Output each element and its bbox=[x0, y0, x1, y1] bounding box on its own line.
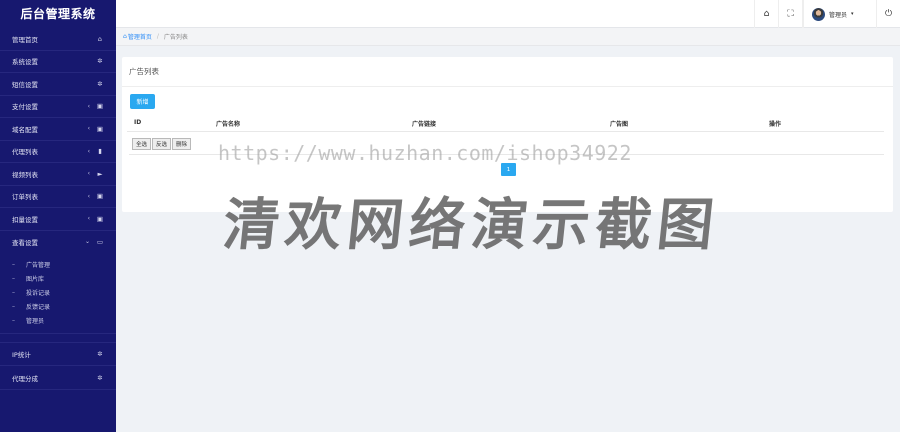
chevron-left-icon: ‹ bbox=[87, 192, 90, 200]
watermark-url: https://www.huzhan.com/ishop34922 bbox=[218, 141, 632, 165]
select-all-button[interactable]: 全选 bbox=[132, 138, 152, 150]
submenu-item-administrators[interactable]: – 管理员 bbox=[0, 313, 116, 327]
caret-down-icon: ▾ bbox=[851, 11, 854, 17]
sidebar-item-label: 扣量设置 bbox=[12, 215, 38, 224]
sidebar-item-label: 域名配置 bbox=[12, 125, 38, 134]
sidebar-item-system-settings[interactable]: 系统设置 ✲ bbox=[0, 51, 116, 73]
chevron-left-icon: ‹ bbox=[87, 147, 90, 155]
sidebar-item-label: 查看设置 bbox=[12, 238, 38, 247]
sidebar-item-label: 支付设置 bbox=[12, 103, 38, 112]
batch-actions: 全选 反选 删除 bbox=[132, 138, 192, 150]
sidebar-item-agent-list[interactable]: 代理列表 ‹ ▮ bbox=[0, 141, 116, 163]
sidebar-item-deduction-settings[interactable]: 扣量设置 ‹ ▣ bbox=[0, 208, 116, 231]
home-icon: ⌂ bbox=[97, 34, 103, 43]
sidebar-item-label: 订单列表 bbox=[12, 193, 38, 202]
calculator-icon: ▣ bbox=[96, 102, 104, 111]
sidebar-item-label: 系统设置 bbox=[12, 58, 38, 67]
chevron-left-icon: ‹ bbox=[87, 125, 90, 133]
user-name: 管理员 bbox=[829, 11, 848, 19]
delete-button[interactable]: 删除 bbox=[172, 138, 192, 150]
sidebar-item-dashboard[interactable]: 管理首页 ⌂ bbox=[0, 28, 116, 51]
invert-selection-button[interactable]: 反选 bbox=[152, 138, 172, 150]
sidebar-item-domain-config[interactable]: 域名配置 ‹ ▣ bbox=[0, 118, 116, 141]
sidebar-item-ip-stats[interactable]: IP统计 ✲ bbox=[0, 342, 116, 366]
column-header-actions: 操作 bbox=[769, 121, 782, 128]
briefcase-icon: ▣ bbox=[96, 124, 104, 133]
mobile-icon: ▮ bbox=[98, 147, 102, 156]
sidebar-item-agent-commission[interactable]: 代理分成 ✲ bbox=[0, 366, 116, 390]
sidebar-item-label: 代理分成 bbox=[12, 374, 38, 383]
page-title: 广告列表 bbox=[122, 57, 893, 87]
submenu-item-ad-management[interactable]: – 广告管理 bbox=[0, 257, 116, 271]
brand-title: 后台管理系统 bbox=[20, 7, 96, 21]
logout-button[interactable]: ⏻ bbox=[876, 0, 900, 28]
chevron-left-icon: ‹ bbox=[87, 170, 90, 178]
sidebar-item-label: 短信设置 bbox=[12, 80, 38, 89]
gear-icon: ✲ bbox=[97, 350, 103, 358]
home-icon: ⌂ bbox=[763, 9, 770, 19]
chevron-down-icon: ⌄ bbox=[84, 238, 90, 246]
edit-icon: ▣ bbox=[96, 192, 104, 201]
calculator-icon: ▣ bbox=[96, 214, 104, 223]
top-header: ⌂ ⛶ 管理员 ▾ ⏻ bbox=[116, 0, 900, 28]
power-icon: ⏻ bbox=[884, 9, 893, 19]
play-icon: ► bbox=[97, 169, 103, 178]
submenu-view-settings: – 广告管理 – 图片库 – 投诉记录 – 反馈记录 – 管理员 bbox=[0, 253, 116, 334]
sidebar-item-payment-settings[interactable]: 支付设置 ‹ ▣ bbox=[0, 96, 116, 118]
sidebar-item-label: IP统计 bbox=[12, 351, 31, 359]
home-button[interactable]: ⌂ bbox=[754, 0, 778, 28]
laptop-icon: ▭ bbox=[96, 237, 104, 246]
sidebar-item-label: 代理列表 bbox=[12, 148, 38, 157]
column-header-ad-image: 广告图 bbox=[610, 121, 629, 128]
breadcrumb: ⌂ 管理首页 / 广告列表 bbox=[116, 28, 900, 46]
fullscreen-icon: ⛶ bbox=[787, 9, 794, 19]
sidebar-item-view-settings[interactable]: 查看设置 ⌄ ▭ bbox=[0, 231, 116, 254]
sidebar-item-sms-settings[interactable]: 短信设置 ✲ bbox=[0, 73, 116, 96]
breadcrumb-current: 广告列表 bbox=[163, 34, 188, 41]
fullscreen-button[interactable]: ⛶ bbox=[778, 0, 803, 28]
sidebar-item-label: 管理首页 bbox=[12, 35, 38, 44]
table-header: ID 广告名称 广告链接 广告图 操作 bbox=[127, 114, 884, 132]
watermark-text: 清欢网络演示截图 bbox=[220, 193, 723, 258]
breadcrumb-home[interactable]: ⌂ 管理首页 bbox=[123, 32, 152, 41]
column-header-ad-link: 广告链接 bbox=[412, 121, 437, 128]
submenu-item-feedback-records[interactable]: – 反馈记录 bbox=[0, 299, 116, 313]
chevron-left-icon: ‹ bbox=[87, 102, 90, 110]
sidebar-item-order-list[interactable]: 订单列表 ‹ ▣ bbox=[0, 186, 116, 208]
sidebar-item-label: 视频列表 bbox=[12, 170, 38, 179]
submenu-item-complaint-records[interactable]: – 投诉记录 bbox=[0, 285, 116, 299]
breadcrumb-separator: / bbox=[156, 33, 159, 40]
chevron-left-icon: ‹ bbox=[87, 215, 90, 223]
gear-icon: ✲ bbox=[97, 79, 103, 88]
gear-icon: ✲ bbox=[97, 373, 103, 382]
column-header-ad-name: 广告名称 bbox=[216, 121, 241, 128]
add-button[interactable]: 新增 bbox=[130, 94, 155, 109]
gear-icon: ✲ bbox=[97, 57, 103, 66]
user-menu[interactable]: 管理员 ▾ bbox=[803, 0, 876, 28]
sidebar: 后台管理系统 管理首页 ⌂ 系统设置 ✲ 短信设置 ✲ 支付设置 ‹ ▣ 域名配置… bbox=[0, 0, 116, 432]
column-header-id: ID bbox=[134, 119, 142, 126]
sidebar-item-video-list[interactable]: 视频列表 ‹ ► bbox=[0, 163, 116, 186]
home-icon: ⌂ bbox=[123, 33, 127, 40]
submenu-item-image-library[interactable]: – 图片库 bbox=[0, 271, 116, 285]
avatar bbox=[812, 7, 825, 21]
